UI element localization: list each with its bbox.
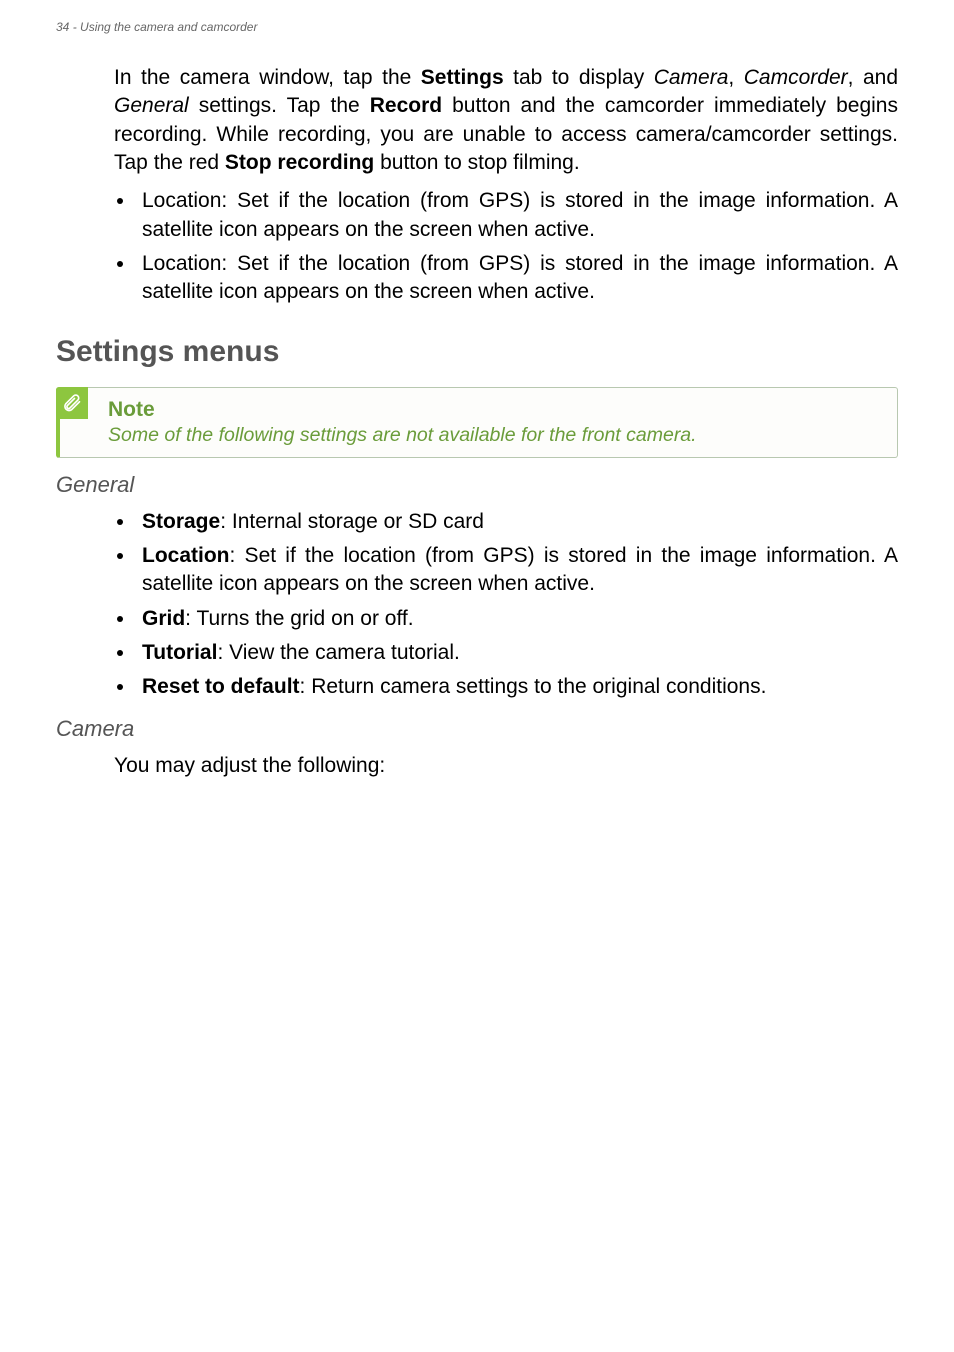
settings-menus-heading: Settings menus	[56, 335, 898, 369]
clip-icon	[56, 387, 88, 419]
section-label: Using the camera and camcorder	[80, 20, 257, 34]
note-body: Some of the following settings are not a…	[108, 424, 883, 447]
page-header: 34 - Using the camera and camcorder	[56, 20, 898, 34]
page-number: 34	[56, 20, 69, 34]
camera-heading: Camera	[56, 716, 898, 742]
general-heading: General	[56, 472, 898, 498]
list-item: Location: Set if the location (from GPS)…	[136, 542, 898, 599]
note-title: Note	[108, 398, 883, 422]
list-item: Tutorial: View the camera tutorial.	[136, 639, 898, 667]
page: 34 - Using the camera and camcorder In t…	[0, 0, 954, 830]
list-item: Location: Set if the location (from GPS)…	[136, 250, 898, 307]
intro-paragraph: In the camera window, tap the Settings t…	[114, 64, 898, 177]
general-list: Storage: Internal storage or SD card Loc…	[114, 508, 898, 702]
list-item: Location: Set if the location (from GPS)…	[136, 187, 898, 244]
list-item: Grid: Turns the grid on or off.	[136, 605, 898, 633]
note-box: Note Some of the following settings are …	[56, 387, 898, 458]
intro-bullets: Location: Set if the location (from GPS)…	[114, 187, 898, 306]
list-item: Storage: Internal storage or SD card	[136, 508, 898, 536]
list-item: Reset to default: Return camera settings…	[136, 673, 898, 701]
camera-paragraph: You may adjust the following:	[114, 752, 898, 780]
